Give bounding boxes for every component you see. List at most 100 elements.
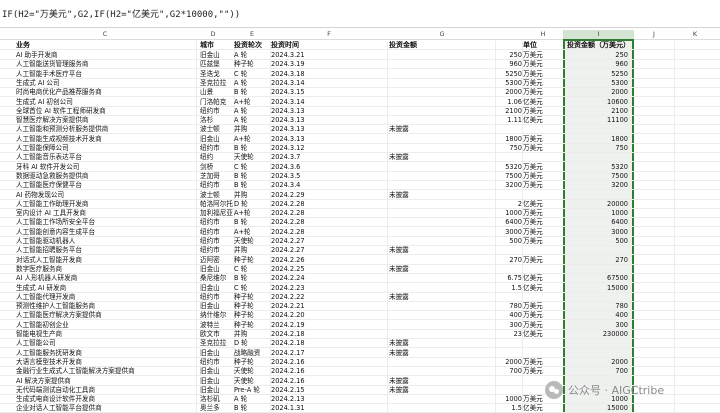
table-row[interactable]: 人工智能代理开发商 纽约市 种子轮 2024.2.22 未披露 — [0, 293, 720, 302]
cell-round[interactable]: A+轮 — [234, 98, 270, 107]
table-row[interactable]: 人工智能音乐表达平台 纽约 天使轮 2024.3.7 未披露 — [0, 153, 720, 163]
cell-name[interactable]: 人工智能工作助理开发商 — [16, 200, 196, 209]
cell-date[interactable]: 2024.2.15 — [271, 386, 331, 395]
cell-name[interactable]: 人工智能医疗保健平台 — [16, 181, 196, 190]
cell-city[interactable]: 迈阿密 — [200, 256, 234, 265]
cell-city[interactable]: 纽约 — [200, 153, 234, 162]
cell-date[interactable]: 2024.3.15 — [271, 88, 331, 97]
cell-result[interactable] — [565, 191, 631, 200]
cell-date[interactable]: 2024.2.28 — [271, 218, 331, 227]
cell-name[interactable]: 人工智能工作场所安全平台 — [16, 218, 196, 227]
cell-unit[interactable] — [523, 349, 563, 358]
cell-result[interactable]: 3000 — [565, 228, 631, 237]
cell-unit[interactable]: 万美元 — [523, 218, 563, 227]
cell-amount[interactable]: 1.5 — [498, 284, 523, 293]
cell-investor[interactable] — [389, 228, 469, 237]
cell-date[interactable]: 2024.2.16 — [271, 367, 331, 376]
cell-name[interactable]: 人工智能和预测分析服务提供商 — [16, 125, 196, 134]
cell-city[interactable]: 纽约市 — [200, 144, 234, 153]
cell-date[interactable]: 2024.3.12 — [271, 144, 331, 153]
cell-name[interactable]: 企业对话人工智能平台提供商 — [16, 404, 196, 413]
cell-amount[interactable]: 3200 — [498, 181, 522, 190]
cell-investor[interactable] — [389, 88, 469, 97]
cell-unit[interactable]: 亿美元 — [523, 200, 563, 209]
table-row[interactable]: AI 药物发现公司 波士顿 并购 2024.2.29 未披露 — [0, 191, 720, 200]
cell-unit[interactable]: 万美元 — [523, 321, 563, 330]
cell-result[interactable]: 3200 — [565, 181, 631, 190]
cell-round[interactable]: A+轮 — [234, 228, 270, 237]
cell-name[interactable]: 大语言模型技术开发商 — [16, 358, 196, 367]
cell-round[interactable]: 战略融资 — [234, 349, 270, 358]
cell-result[interactable]: 5250 — [565, 70, 631, 79]
spreadsheet-grid[interactable]: C D E F G H I J K 业务 城市 投资轮次 投资时间 投资金额 单… — [0, 30, 720, 413]
table-row[interactable]: 人工智能招聘服务平台 纽约市 并购 2024.2.27 未披露 — [0, 246, 720, 256]
cell-unit[interactable]: 万美元 — [523, 135, 563, 144]
cell-name[interactable]: 人工智能驱动机器人 — [16, 237, 196, 246]
cell-investor[interactable]: 未披露 — [389, 246, 469, 255]
cell-amount[interactable]: 270 — [498, 256, 522, 265]
cell-unit[interactable]: 万美元 — [523, 256, 563, 265]
cell-amount[interactable] — [498, 153, 522, 162]
cell-amount[interactable]: 1000 — [498, 395, 522, 404]
cell-amount[interactable]: 1.11 — [498, 116, 522, 125]
cell-city[interactable]: 芝加哥 — [200, 172, 234, 181]
table-row[interactable]: 人工智能手术医疗平台 圣迭戈 C 轮 2024.3.18 5250 万美元 5250 — [0, 70, 720, 79]
table-row[interactable]: 数字医疗服务商 旧金山 C 轮 2024.2.25 未披露 — [0, 265, 720, 274]
cell-name[interactable]: 牙科 AI 软件开发公司 — [16, 163, 196, 172]
cell-name[interactable]: 人工智能医疗解决方案提供商 — [16, 311, 196, 320]
cell-amount[interactable]: 750 — [498, 144, 522, 153]
cell-amount[interactable] — [498, 125, 522, 134]
cell-result[interactable] — [565, 125, 631, 134]
cell-date[interactable]: 2024.2.21 — [271, 302, 331, 311]
column-header-h[interactable]: H — [523, 30, 563, 39]
cell-name[interactable]: 时尚电商优化产品推荐服务商 — [16, 88, 196, 97]
cell-date[interactable]: 2024.3.14 — [271, 98, 331, 107]
cell-result[interactable] — [565, 265, 631, 274]
cell-date[interactable]: 2024.2.27 — [271, 246, 331, 255]
table-row[interactable]: 人工智能和预测分析服务提供商 波士顿 并购 2024.3.13 未披露 — [0, 125, 720, 135]
cell-round[interactable]: A 轮 — [234, 51, 270, 60]
cell-result[interactable]: 10600 — [565, 98, 631, 107]
cell-date[interactable]: 2024.3.21 — [271, 51, 331, 60]
cell-investor[interactable]: 未披露 — [389, 377, 469, 386]
cell-result[interactable]: 250 — [565, 51, 631, 60]
table-row[interactable]: 人工智能公司 圣克拉拉 D 轮 2024.2.18 未披露 — [0, 339, 720, 349]
cell-round[interactable]: C 轮 — [234, 284, 270, 293]
cell-name[interactable]: 人工智能创意内容生成平台 — [16, 228, 196, 237]
cell-name[interactable]: 智能电视生产商 — [16, 330, 196, 339]
cell-unit[interactable]: 万美元 — [523, 144, 563, 153]
cell-result[interactable]: 750 — [565, 144, 631, 153]
cell-round[interactable]: A 轮 — [234, 79, 270, 88]
cell-date[interactable]: 2024.2.24 — [271, 274, 331, 283]
cell-investor[interactable] — [389, 404, 469, 413]
cell-investor[interactable] — [389, 284, 469, 293]
cell-unit[interactable]: 万美元 — [523, 209, 563, 218]
column-header-k[interactable]: K — [680, 30, 710, 39]
cell-unit[interactable]: 万美元 — [523, 70, 563, 79]
cell-round[interactable]: 并购 — [234, 246, 270, 255]
cell-investor[interactable] — [389, 98, 469, 107]
cell-unit[interactable]: 亿美元 — [523, 330, 563, 339]
cell-amount[interactable]: 2 — [498, 200, 522, 209]
cell-round[interactable]: Pre-A 轮 — [234, 386, 270, 395]
cell-unit[interactable]: 万美元 — [523, 358, 563, 367]
cell-city[interactable]: 纽约市 — [200, 107, 234, 116]
cell-name[interactable]: 人工智能公司 — [16, 339, 196, 348]
cell-city[interactable]: 旧金山 — [200, 302, 234, 311]
cell-unit[interactable]: 万美元 — [523, 163, 563, 172]
cell-round[interactable]: B 轮 — [234, 144, 270, 153]
cell-name[interactable]: AI 解决方案提供商 — [16, 377, 196, 386]
cell-amount[interactable]: 5250 — [498, 70, 522, 79]
cell-investor[interactable] — [389, 135, 469, 144]
cell-amount[interactable]: 1.5 — [498, 404, 523, 413]
cell-city[interactable]: 纽约市 — [200, 181, 234, 190]
cell-amount[interactable]: 1.06 — [498, 98, 522, 107]
table-row[interactable]: 金融行业生成式人工智能解决方案提供商 旧金山 天使轮 2024.2.16 700 万美元 7… — [0, 367, 720, 377]
cell-name[interactable]: 数据驱动急救服务提供商 — [16, 172, 196, 181]
cell-name[interactable]: 人工智能手术医疗平台 — [16, 70, 196, 79]
cell-name[interactable]: 人工智能招聘服务平台 — [16, 246, 196, 255]
cell-unit[interactable] — [523, 293, 563, 302]
cell-date[interactable]: 2024.3.18 — [271, 70, 331, 79]
cell-investor[interactable] — [389, 181, 469, 190]
table-row[interactable]: 全球首位 AI 软件工程师研发商 纽约市 A 轮 2024.3.13 2100 万美元 21… — [0, 107, 720, 116]
